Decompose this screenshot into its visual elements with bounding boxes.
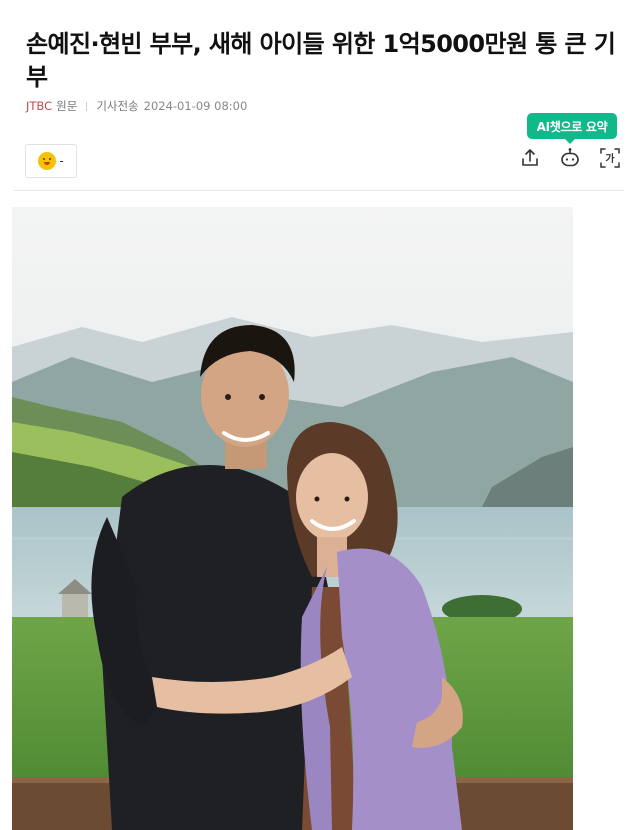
article-headline: 손예진·현빈 부부, 새해 아이들 위한 1억5000만원 통 큰 기부: [26, 30, 616, 91]
font-size-icon[interactable]: 가: [599, 147, 621, 169]
article-timestamp: 2024-01-09 08:00: [143, 99, 248, 113]
reaction-button[interactable]: -: [25, 144, 77, 178]
sent-label: 기사전송: [96, 99, 139, 113]
toolbar-divider: [14, 190, 624, 191]
reaction-count: -: [59, 154, 64, 168]
share-icon[interactable]: [519, 147, 541, 169]
emoji-reaction-icon: [38, 152, 57, 170]
ai-summary-tooltip[interactable]: AI챗으로 요약: [527, 113, 617, 144]
ai-chatbot-icon[interactable]: [559, 147, 581, 169]
article-meta: JTBC 원문 기사전송 2024-01-09 08:00: [26, 98, 247, 114]
meta-divider: [86, 101, 88, 111]
original-link[interactable]: 원문: [56, 98, 77, 114]
font-size-icon-label: 가: [605, 152, 615, 165]
article-photo: [12, 207, 573, 830]
press-name[interactable]: JTBC: [26, 99, 52, 113]
